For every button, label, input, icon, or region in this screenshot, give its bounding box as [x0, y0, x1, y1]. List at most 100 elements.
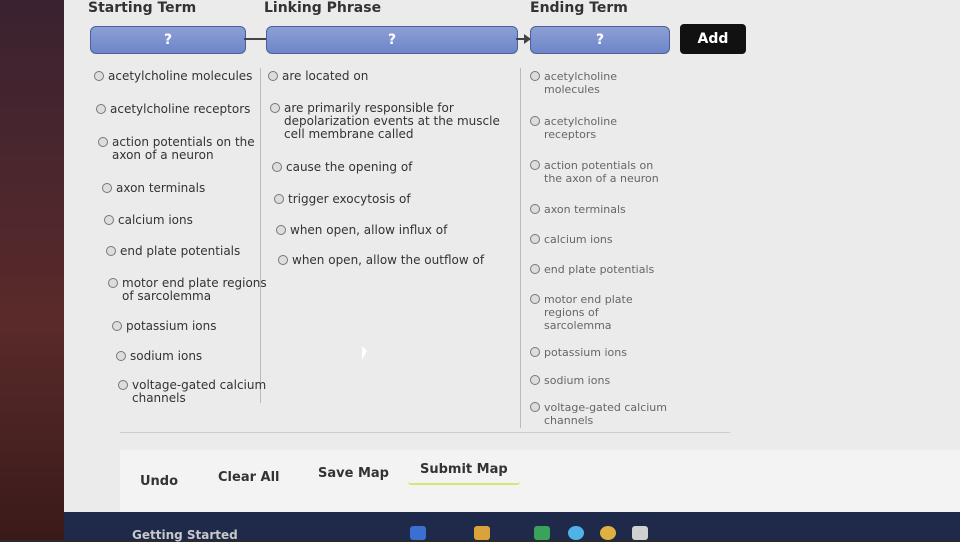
taskbar: Getting Started — [64, 512, 960, 542]
radio-icon — [118, 380, 128, 390]
linking-phrase-slot[interactable]: ? — [266, 26, 518, 54]
radio-icon — [112, 321, 122, 331]
ending-term-option[interactable]: acetylcholine molecules — [528, 70, 617, 96]
browser-icon[interactable] — [410, 526, 426, 540]
option-label: trigger exocytosis of — [288, 192, 411, 206]
option-label: when open, allow influx of — [290, 223, 448, 237]
undo-button[interactable]: Undo — [128, 468, 190, 495]
linking-phrase-option[interactable]: when open, allow influx of — [274, 224, 447, 237]
save-map-button[interactable]: Save Map — [306, 460, 401, 487]
radio-icon — [268, 71, 278, 81]
radio-icon — [530, 71, 540, 81]
radio-icon — [106, 246, 116, 256]
linking-phrase-option[interactable]: trigger exocytosis of — [272, 193, 411, 206]
starting-term-header: Starting Term — [88, 0, 197, 16]
radio-icon — [530, 264, 540, 274]
radio-icon — [108, 278, 118, 288]
radio-icon — [272, 162, 282, 172]
radio-icon — [530, 347, 540, 357]
connector-line — [244, 38, 266, 40]
hp-icon[interactable] — [568, 526, 584, 540]
option-label: acetylcholine receptors — [110, 102, 251, 116]
ending-term-option[interactable]: action potentials on the axon of a neuro… — [528, 159, 659, 185]
column-divider — [520, 68, 521, 428]
option-label: action potentials on the axon of a neuro… — [544, 159, 659, 185]
starting-term-option[interactable]: calcium ions — [102, 214, 193, 227]
option-label: action potentials on the axon of a neuro… — [112, 135, 255, 162]
monitor-bezel — [0, 0, 64, 540]
starting-term-option[interactable]: end plate potentials — [104, 245, 240, 258]
starting-term-option[interactable]: motor end plate regions of sarcolemma — [106, 277, 267, 303]
ending-term-option[interactable]: sodium ions — [528, 374, 610, 387]
chrome-icon[interactable] — [600, 526, 616, 540]
add-button[interactable]: Add — [680, 24, 746, 54]
linking-phrase-option[interactable]: are located on — [266, 70, 368, 83]
option-label: when open, allow the outflow of — [292, 253, 485, 267]
radio-icon — [96, 104, 106, 114]
ending-term-option[interactable]: calcium ions — [528, 233, 613, 246]
option-label: acetylcholine molecules — [544, 70, 618, 96]
option-label: calcium ions — [544, 233, 613, 246]
option-label: voltage-gated calcium channels — [132, 378, 267, 405]
option-label: sodium ions — [130, 349, 203, 363]
clear-all-button[interactable]: Clear All — [206, 464, 292, 491]
store-icon[interactable] — [534, 526, 550, 540]
ending-term-slot-label: ? — [595, 32, 605, 48]
linking-phrase-option[interactable]: are primarily responsible for depolariza… — [268, 102, 500, 141]
ending-term-option[interactable]: axon terminals — [528, 203, 626, 216]
option-label: potassium ions — [126, 319, 217, 333]
radio-icon — [530, 116, 540, 126]
radio-icon — [530, 402, 540, 412]
option-label: sodium ions — [544, 374, 611, 387]
option-label: are located on — [282, 69, 369, 83]
option-label: end plate potentials — [544, 263, 655, 276]
starting-term-option[interactable]: voltage-gated calcium channels — [116, 379, 266, 405]
linking-phrase-option[interactable]: cause the opening of — [270, 161, 412, 174]
starting-term-option[interactable]: acetylcholine receptors — [94, 103, 250, 116]
ending-term-option[interactable]: motor end plate regions of sarcolemma — [528, 293, 633, 332]
radio-icon — [530, 375, 540, 385]
submit-map-button[interactable]: Submit Map — [408, 456, 520, 485]
radio-icon — [104, 215, 114, 225]
radio-icon — [94, 71, 104, 81]
option-label: are primarily responsible for depolariza… — [284, 101, 500, 141]
starting-term-option[interactable]: sodium ions — [114, 350, 202, 363]
radio-icon — [102, 183, 112, 193]
option-label: cause the opening of — [286, 160, 413, 174]
radio-icon — [116, 351, 126, 361]
starting-term-option[interactable]: action potentials on the axon of a neuro… — [96, 136, 255, 162]
option-label: motor end plate regions of sarcolemma — [122, 276, 267, 303]
radio-icon — [530, 204, 540, 214]
starting-term-option[interactable]: potassium ions — [110, 320, 217, 333]
ending-term-option[interactable]: acetylcholine receptors — [528, 115, 617, 141]
ending-term-option[interactable]: voltage-gated calcium channels — [528, 401, 667, 427]
ending-term-option[interactable]: end plate potentials — [528, 263, 654, 276]
radio-icon — [530, 234, 540, 244]
starting-term-option[interactable]: acetylcholine molecules — [92, 70, 252, 83]
radio-icon — [530, 294, 540, 304]
option-label: acetylcholine molecules — [108, 69, 253, 83]
linking-phrase-slot-label: ? — [387, 32, 397, 48]
option-label: calcium ions — [118, 213, 193, 227]
option-label: axon terminals — [544, 203, 626, 216]
option-label: axon terminals — [116, 181, 206, 195]
column-divider — [260, 68, 261, 403]
radio-icon — [278, 255, 288, 265]
footer-divider — [120, 432, 730, 433]
radio-icon — [274, 194, 284, 204]
ending-term-header: Ending Term — [530, 0, 628, 16]
option-label: end plate potentials — [120, 244, 241, 258]
ending-term-slot[interactable]: ? — [530, 26, 670, 54]
option-label: motor end plate regions of sarcolemma — [544, 293, 633, 332]
starting-term-slot[interactable]: ? — [90, 26, 246, 54]
ending-term-option[interactable]: potassium ions — [528, 346, 627, 359]
radio-icon — [530, 160, 540, 170]
radio-icon — [98, 137, 108, 147]
linking-phrase-header: Linking Phrase — [264, 0, 382, 16]
linking-phrase-option[interactable]: when open, allow the outflow of — [276, 254, 484, 267]
starting-term-option[interactable]: axon terminals — [100, 182, 205, 195]
mouse-cursor-icon — [362, 346, 367, 360]
mail-icon[interactable] — [632, 526, 648, 540]
folder-icon[interactable] — [474, 526, 490, 540]
starting-term-slot-label: ? — [163, 32, 173, 48]
